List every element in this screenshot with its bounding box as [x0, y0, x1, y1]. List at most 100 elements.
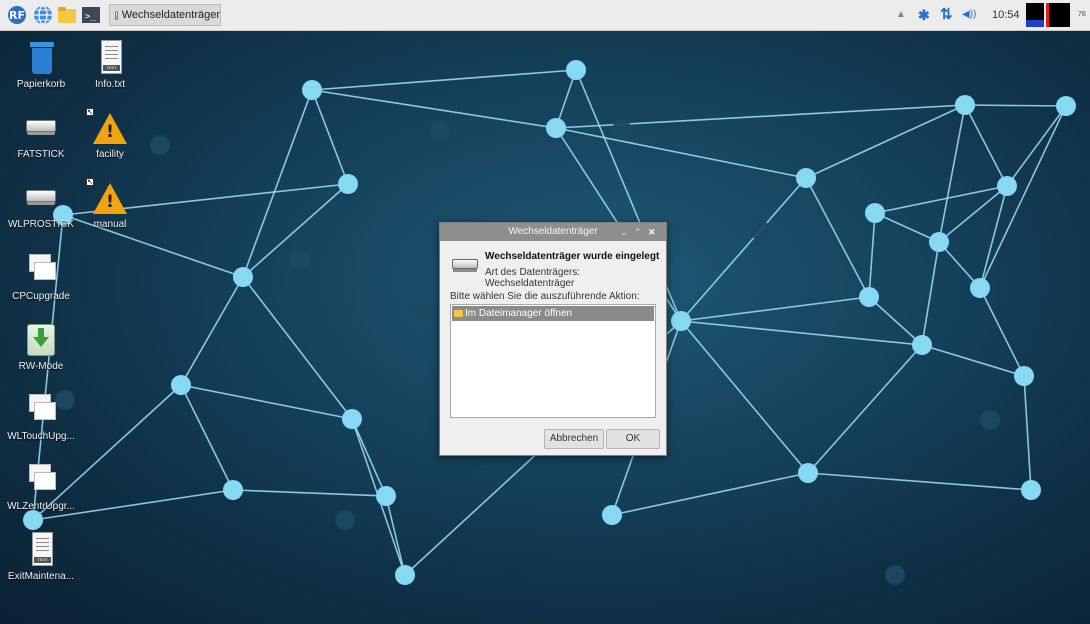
desktop-icon-label: ExitMaintena...	[7, 571, 75, 582]
clock[interactable]: 10:54	[992, 9, 1020, 21]
desktop-icon-label: WLZentrUpgr...	[7, 501, 75, 512]
network-line	[611, 472, 809, 516]
network-node	[796, 168, 816, 188]
network-node	[912, 335, 932, 355]
network-icon[interactable]: ⇅	[940, 7, 953, 22]
network-node	[955, 95, 975, 115]
network-line	[964, 104, 1067, 107]
dialog-title: Wechseldatenträger	[508, 226, 598, 237]
desktop-icon-label: manual	[93, 219, 127, 230]
network-node	[376, 486, 396, 506]
desktop-icon-wlzentrupgrade[interactable]: WLZentrUpgr...	[5, 462, 77, 512]
drive-icon	[452, 259, 478, 272]
network-node	[546, 118, 566, 138]
network-node	[395, 565, 415, 585]
network-line	[680, 296, 870, 322]
svg-text:RF: RF	[9, 9, 25, 22]
network-line	[807, 344, 923, 474]
action-list[interactable]: Im Dateimanager öffnen	[450, 304, 656, 418]
desktop-icon-label: Info.txt	[94, 79, 125, 90]
network-node	[233, 267, 253, 287]
folder-window-icon	[23, 392, 59, 428]
network-node	[1056, 96, 1076, 116]
network-line	[868, 296, 923, 346]
terminal-icon[interactable]: >_	[81, 5, 101, 25]
desktop-icon-wltouchupgrade[interactable]: WLTouchUpg...	[5, 392, 77, 442]
maximize-icon[interactable]: ⌃	[634, 223, 642, 241]
bluetooth-icon[interactable]: ✱	[918, 8, 930, 22]
network-line	[555, 127, 807, 179]
network-line	[964, 104, 1008, 187]
desktop-icon-exitmaintenance[interactable]: TEXT ExitMaintena...	[5, 532, 77, 582]
desktop-icon-info-txt[interactable]: TEXT Info.txt	[74, 40, 146, 90]
drive-icon	[23, 180, 59, 216]
network-line	[680, 177, 807, 322]
desktop-icon-wlprostick[interactable]: WLPROSTICK	[5, 180, 77, 230]
memory-monitor[interactable]	[1046, 3, 1070, 27]
network-line	[680, 320, 923, 346]
media-type-label: Art des Datenträgers:	[485, 267, 581, 278]
network-node	[798, 463, 818, 483]
file-manager-icon[interactable]	[57, 5, 77, 25]
raspberry-menu-icon[interactable]: RF	[7, 5, 27, 25]
text-file-icon: TEXT	[92, 40, 128, 76]
network-node-dim	[980, 410, 1000, 430]
desktop-icon-fatstick[interactable]: FATSTICK	[5, 110, 77, 160]
dialog-titlebar[interactable]: Wechseldatenträger	[440, 223, 666, 241]
action-item-label: Im Dateimanager öffnen	[465, 308, 573, 319]
taskbar-window-button[interactable]: Wechseldatenträger	[109, 4, 221, 26]
desktop-icon-facility[interactable]: ! ↖ facility	[74, 108, 146, 160]
network-node	[338, 174, 358, 194]
network-line	[180, 384, 234, 491]
cpu-label: 78	[1078, 11, 1086, 18]
network-line	[938, 104, 966, 243]
network-node	[929, 232, 949, 252]
network-line	[180, 276, 244, 386]
network-node-dim	[335, 510, 355, 530]
media-type-line: Art des Datenträgers: Wechseldatenträger	[485, 267, 666, 289]
drive-icon	[23, 110, 59, 146]
network-node	[671, 311, 691, 331]
minimize-icon[interactable]: ⌄	[620, 223, 628, 241]
eject-icon[interactable]: ▲	[896, 8, 906, 22]
cancel-button[interactable]: Abbrechen	[544, 429, 604, 449]
action-item-open-file-manager[interactable]: Im Dateimanager öffnen	[452, 306, 654, 321]
folder-window-icon	[23, 462, 59, 498]
desktop-icon-rw-mode[interactable]: RW-Mode	[5, 322, 77, 372]
network-node-dim	[410, 300, 430, 320]
memory-level-bar	[1046, 3, 1049, 27]
network-line	[242, 89, 313, 278]
web-browser-icon[interactable]	[33, 5, 53, 25]
network-line	[232, 489, 387, 497]
rw-mode-icon	[23, 322, 59, 358]
volume-icon[interactable]: ◀))	[962, 8, 976, 22]
network-node	[171, 375, 191, 395]
network-line	[805, 104, 966, 179]
network-node	[342, 409, 362, 429]
network-line	[311, 89, 349, 185]
desktop-icon-papierkorb[interactable]: Papierkorb	[5, 40, 77, 90]
desktop-icon-manual[interactable]: ! ↖ manual	[74, 178, 146, 230]
desktop-icon-cpcupgrade[interactable]: CPCupgrade	[5, 252, 77, 302]
taskbar-window-title: Wechseldatenträger	[121, 9, 220, 21]
network-line	[1006, 105, 1067, 187]
drive-icon	[115, 10, 118, 20]
network-line	[921, 344, 1025, 377]
dialog-heading: Wechseldatenträger wurde eingelegt	[485, 251, 660, 262]
shortcut-arrow-icon: ↖	[86, 178, 94, 186]
taskbar: RF >_ Wechseldatenträger ▲ ✱ ⇅ ◀)) 10:54…	[0, 0, 1090, 31]
network-line	[805, 177, 870, 298]
network-line	[385, 495, 406, 576]
network-line	[938, 185, 1008, 243]
network-line	[979, 185, 1008, 289]
network-node	[859, 287, 879, 307]
network-node-dim	[290, 250, 310, 270]
network-node	[602, 505, 622, 525]
network-node	[302, 80, 322, 100]
cpu-monitor[interactable]	[1026, 3, 1044, 27]
network-node	[23, 510, 43, 530]
desktop-icon-label: RW-Mode	[18, 361, 64, 372]
ok-button[interactable]: OK	[606, 429, 660, 449]
close-icon[interactable]: ✕	[648, 223, 656, 241]
network-node	[1014, 366, 1034, 386]
